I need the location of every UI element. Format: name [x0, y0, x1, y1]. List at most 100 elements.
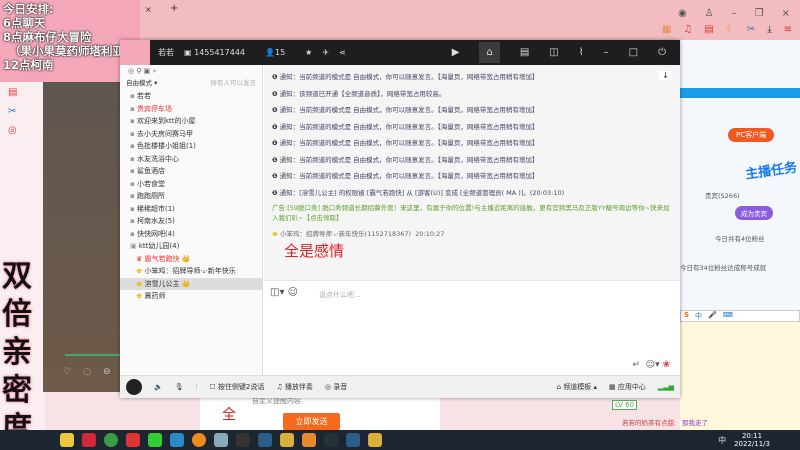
- mixer-icon[interactable]: ⫶: [196, 383, 198, 392]
- menu-icon[interactable]: ≡: [784, 24, 792, 35]
- avatar[interactable]: [120, 40, 150, 65]
- ptt-label: 按住侧键2说话: [217, 383, 265, 391]
- channel-item[interactable]: ▪ 小若食堂: [120, 178, 262, 191]
- channel-item[interactable]: ▣ ktt幼儿园(4): [120, 240, 262, 253]
- chat-author[interactable]: 小笨鸡：招牌导师·ᵤ·新年快乐(1152718367): [280, 230, 411, 238]
- yy-icon[interactable]: [280, 433, 294, 447]
- push-to-talk-button[interactable]: ☐ 按住侧键2说话: [209, 382, 264, 392]
- taskbar-app[interactable]: [324, 433, 338, 447]
- moon-icon[interactable]: ☾: [726, 24, 735, 35]
- weibo-icon[interactable]: ◎: [0, 117, 45, 136]
- send-options[interactable]: ↵ ☺▾ ❀: [632, 360, 670, 370]
- taskbar-app[interactable]: [82, 433, 96, 447]
- channel-item[interactable]: ▪ 欢迎来到ktt的小屋: [120, 115, 262, 128]
- channel-label: 贵宾停车场: [136, 104, 172, 113]
- gamepad-icon[interactable]: ◫: [549, 47, 558, 58]
- gamepad-icon[interactable]: ◫▾ ☺: [270, 287, 298, 298]
- become-vip-button[interactable]: 成为贵宾: [735, 206, 773, 220]
- video-icon[interactable]: ▶: [452, 47, 460, 58]
- taskbar-app[interactable]: [192, 433, 206, 447]
- template-button[interactable]: ⌂ 频道模板 ▴: [557, 382, 597, 392]
- taskbar-app[interactable]: [126, 433, 140, 447]
- maximize-icon[interactable]: ❐: [755, 8, 764, 19]
- channel-item[interactable]: ▪ 去小夫房间赛马甲: [120, 128, 262, 141]
- minus-icon[interactable]: ⊖: [103, 367, 111, 377]
- star-icon[interactable]: ★: [305, 48, 312, 57]
- member-item[interactable]: ♚ 冀药师: [120, 290, 262, 303]
- mic-icon[interactable]: 🎤: [708, 311, 717, 321]
- steam-icon[interactable]: [258, 433, 272, 447]
- message-input[interactable]: 说点什么吧...: [319, 290, 361, 300]
- scroll-down-icon[interactable]: ↓: [659, 71, 672, 80]
- scissors-icon[interactable]: ✂: [0, 98, 45, 117]
- new-tab-icon[interactable]: +: [170, 3, 178, 14]
- mode-dropdown[interactable]: 自由模式 ▾: [126, 77, 157, 90]
- taskbar-app[interactable]: [60, 433, 74, 447]
- maximize-icon[interactable]: □: [629, 47, 638, 58]
- app-center-button[interactable]: ▦ 应用中心: [609, 382, 646, 392]
- channel-item[interactable]: ▪ 色批楼楼小姐姐(1): [120, 140, 262, 153]
- home-icon[interactable]: ⌂: [479, 42, 500, 63]
- member-item[interactable]: ♚ 溶雪儿公主 👑: [120, 277, 262, 290]
- close-icon[interactable]: ×: [782, 8, 790, 19]
- pdf-icon[interactable]: ▤: [0, 82, 45, 98]
- channel-id-value: 1455417444: [194, 48, 246, 57]
- wechat-icon[interactable]: [148, 433, 162, 447]
- chrome-icon[interactable]: [104, 433, 118, 447]
- ime-cn-icon[interactable]: 中: [695, 311, 702, 321]
- channel-item[interactable]: ▪ 鲨鱼酒店: [120, 165, 262, 178]
- taskbar-app[interactable]: [214, 433, 228, 447]
- channel-item[interactable]: ▪ 快快网吧(4): [120, 228, 262, 241]
- list-icon[interactable]: ▤: [520, 47, 529, 58]
- notice-message: ❶ 通知：当前频道的模式是 自由模式，你可以随意发言。【海量页，网络带宽占用稍有…: [272, 170, 672, 187]
- taskbar-app[interactable]: [302, 433, 316, 447]
- music-icon[interactable]: ♫: [683, 24, 692, 35]
- sogou-ime-icon[interactable]: S: [684, 311, 689, 321]
- yy-icon[interactable]: [368, 433, 382, 447]
- skin-icon[interactable]: ⌇: [579, 47, 584, 58]
- heart-icon[interactable]: ♡: [63, 367, 71, 377]
- mic-icon[interactable]: 🎙: [175, 383, 184, 391]
- channel-item[interactable]: ▪ 若若: [120, 90, 262, 103]
- tab-vip[interactable]: 贵宾(5266): [705, 190, 740, 200]
- clock[interactable]: 20:11 2022/11/3: [734, 432, 770, 448]
- pc-client-button[interactable]: PC客户端: [728, 128, 775, 142]
- channel-icon: ▪: [130, 104, 135, 113]
- power-icon[interactable]: ⏻: [658, 47, 666, 58]
- send-now-button[interactable]: 立即发送: [283, 413, 340, 430]
- anchor-task-badge[interactable]: 主播任务: [744, 156, 798, 182]
- skin-icon[interactable]: ◉: [678, 8, 687, 19]
- speaker-icon[interactable]: 🔈: [154, 383, 163, 391]
- ad-message[interactable]: 广告:[59脱口秀] 脱口秀频道长期招募外管！来这里，有属于你的位置!与主播近距…: [272, 203, 672, 223]
- minimize-icon[interactable]: –: [732, 8, 737, 19]
- minimize-icon[interactable]: –: [604, 47, 609, 58]
- apps-icon[interactable]: ▦: [662, 24, 671, 35]
- channel-item[interactable]: ▪ 柯南水友(5): [120, 215, 262, 228]
- music-button[interactable]: ♫ 播放伴奏: [276, 382, 313, 392]
- user-avatar[interactable]: [126, 379, 142, 395]
- close-tab-icon[interactable]: ×: [145, 5, 152, 14]
- channel-item[interactable]: ▪ 跑跑厕所: [120, 190, 262, 203]
- channel-item[interactable]: ▪ 水友洗浴中心: [120, 153, 262, 166]
- member-item[interactable]: ♚ 小笨鸡：招牌导师·ᵤ·新年快乐: [120, 265, 262, 278]
- taskbar-app[interactable]: [236, 433, 250, 447]
- shirt-icon[interactable]: ♙: [705, 8, 714, 19]
- record-button[interactable]: ◎ 录音: [325, 382, 347, 392]
- member-item[interactable]: ♛ 霸气若跑快 👑: [120, 253, 262, 266]
- taskbar-app[interactable]: [170, 433, 184, 447]
- info-icon: ❶: [272, 139, 278, 147]
- pdf-icon[interactable]: ▤: [704, 24, 713, 35]
- download-icon[interactable]: ⤓: [767, 24, 771, 35]
- gift-icon[interactable]: ◌: [83, 367, 91, 377]
- mode-label: 自由模式: [126, 79, 152, 87]
- channel-icon: ▪: [130, 142, 135, 150]
- steam-icon[interactable]: [346, 433, 360, 447]
- scissors-icon[interactable]: ✂: [747, 24, 755, 35]
- share-icon[interactable]: ⋖: [339, 48, 346, 57]
- channel-item[interactable]: ▪ 贵宾停车场: [120, 103, 262, 116]
- ime-indicator[interactable]: 中: [718, 435, 726, 446]
- message-input-area[interactable]: ◫▾ ☺ 说点什么吧... ↵ ☺▾ ❀: [264, 280, 680, 376]
- plane-icon[interactable]: ✈: [322, 48, 329, 57]
- keyboard-icon[interactable]: ⌨: [723, 311, 733, 321]
- channel-item[interactable]: ▪ 稀稀超市(1): [120, 203, 262, 216]
